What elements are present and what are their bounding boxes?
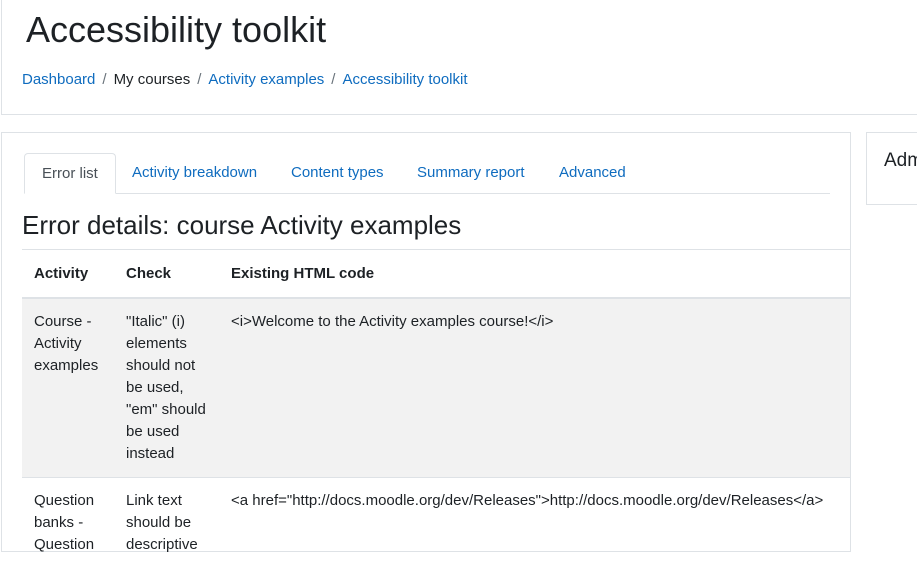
breadcrumb-dashboard[interactable]: Dashboard — [22, 70, 95, 90]
breadcrumb-separator: / — [324, 70, 342, 90]
breadcrumb-separator: / — [190, 70, 208, 90]
error-details-title: Error details: course Activity examples — [22, 206, 461, 244]
breadcrumb: Dashboard / My courses / Activity exampl… — [22, 70, 468, 90]
column-header-check[interactable]: Check — [114, 250, 219, 299]
column-header-activity[interactable]: Activity — [22, 250, 114, 299]
administration-block: Administration — [866, 132, 917, 205]
cell-activity: Course - Activity examples — [22, 298, 114, 478]
cell-check: "Italic" (i) elements should not be used… — [114, 298, 219, 478]
column-header-existing-html[interactable]: Existing HTML code — [219, 250, 850, 299]
tab-content-types[interactable]: Content types — [274, 153, 401, 194]
breadcrumb-separator: / — [95, 70, 113, 90]
breadcrumb-my-courses: My courses — [114, 70, 191, 90]
cell-check: Link text should be descriptive — [114, 478, 219, 568]
tab-error-list[interactable]: Error list — [24, 153, 116, 194]
table-header-row: Activity Check Existing HTML code — [22, 250, 850, 299]
table-row: Question banks - Question Link text shou… — [22, 478, 850, 568]
report-tabs: Error list Activity breakdown Content ty… — [24, 153, 830, 194]
cell-html-code: <a href="http://docs.moodle.org/dev/Rele… — [219, 478, 850, 568]
error-details-table: Activity Check Existing HTML code Course… — [22, 249, 850, 568]
breadcrumb-accessibility-toolkit[interactable]: Accessibility toolkit — [342, 70, 467, 90]
breadcrumb-activity-examples[interactable]: Activity examples — [208, 70, 324, 90]
cell-html-code: <i>Welcome to the Activity examples cour… — [219, 298, 850, 478]
table-row: Course - Activity examples "Italic" (i) … — [22, 298, 850, 478]
tab-summary-report[interactable]: Summary report — [400, 153, 542, 194]
tab-activity-breakdown[interactable]: Activity breakdown — [115, 153, 274, 194]
page-title: Accessibility toolkit — [26, 8, 326, 52]
tab-advanced[interactable]: Advanced — [542, 153, 643, 194]
administration-block-title: Administration — [884, 150, 917, 172]
cell-activity: Question banks - Question — [22, 478, 114, 568]
